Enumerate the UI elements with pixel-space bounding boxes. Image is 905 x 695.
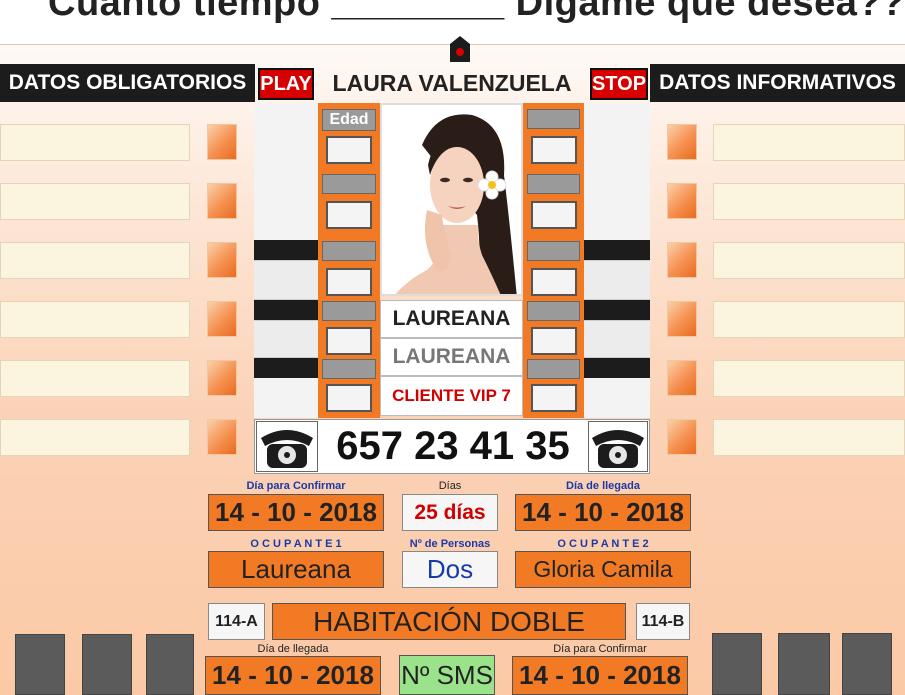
phone-number: 657 23 41 35 <box>336 424 570 468</box>
strip-slot <box>527 359 580 379</box>
left-divider-bar <box>254 300 318 320</box>
bottom-tile[interactable] <box>778 633 830 695</box>
strip-slot <box>527 174 580 194</box>
confirm-date-label: Día para Confirmar <box>246 480 346 492</box>
page-title: Cuanto tiempo ________ Dígame que desea?… <box>48 0 905 24</box>
arrival-date-label-bottom: Día de llegada <box>257 643 329 655</box>
client-first-name: LAUREANA <box>380 300 523 338</box>
strip-slot <box>322 301 376 321</box>
required-field-5-button[interactable] <box>207 360 237 396</box>
left-divider-panel <box>254 260 318 300</box>
right-divider-bar <box>584 358 650 378</box>
right-divider-bar <box>584 240 650 260</box>
sms-button[interactable]: Nº SMS <box>399 655 495 695</box>
required-field-3[interactable] <box>0 242 190 279</box>
telephone-icon[interactable] <box>256 421 318 472</box>
client-alias: LAUREANA <box>380 338 523 376</box>
arrival-date-field[interactable]: 14 - 10 - 2018 <box>515 494 691 531</box>
info-field-5[interactable] <box>713 360 905 397</box>
info-data-header: DATOS INFORMATIVOS <box>650 64 905 102</box>
strip-slot <box>322 174 376 194</box>
right-divider-panel <box>584 320 650 358</box>
portrait-image <box>382 105 521 294</box>
strip-slot <box>527 301 580 321</box>
persons-label: Nº de Personas <box>409 538 491 550</box>
required-field-2-button[interactable] <box>207 183 237 219</box>
required-field-6-button[interactable] <box>207 419 237 455</box>
required-field-5[interactable] <box>0 360 190 397</box>
right-strip-field-4[interactable] <box>531 327 577 355</box>
client-name-header: LAURA VALENZUELA <box>332 69 572 96</box>
info-field-5-button[interactable] <box>667 360 697 396</box>
arrival-date-field-bottom[interactable]: 14 - 10 - 2018 <box>205 656 381 695</box>
strip-slot <box>527 241 580 261</box>
right-strip-field-1[interactable] <box>531 136 577 164</box>
bottom-tile[interactable] <box>15 634 65 695</box>
info-field-2[interactable] <box>713 183 905 220</box>
info-field-4[interactable] <box>713 301 905 338</box>
left-divider-panel <box>254 320 318 358</box>
strip-slot <box>322 241 376 261</box>
occupant-1-field[interactable]: Laureana <box>208 551 384 588</box>
required-data-header: DATOS OBLIGATORIOS <box>0 64 255 102</box>
play-button[interactable]: PLAY <box>258 68 314 100</box>
bottom-tile[interactable] <box>842 633 892 695</box>
required-field-4-button[interactable] <box>207 301 237 337</box>
occupant-1-label: O C U P A N T E 1 <box>250 538 342 550</box>
info-field-6-button[interactable] <box>667 419 697 455</box>
room-a-button[interactable]: 114-A <box>208 603 265 640</box>
room-b-button[interactable]: 114-B <box>636 603 690 640</box>
right-strip-field-3[interactable] <box>531 268 577 296</box>
info-field-3-button[interactable] <box>667 242 697 278</box>
right-strip-field-2[interactable] <box>531 201 577 229</box>
bottom-tile[interactable] <box>82 634 132 695</box>
client-status: CLIENTE VIP 7 <box>380 376 523 416</box>
left-strip-field-3[interactable] <box>326 268 372 296</box>
required-field-2[interactable] <box>0 183 190 220</box>
client-photo <box>380 103 523 296</box>
left-strip-field-2[interactable] <box>326 201 372 229</box>
right-divider-panel <box>584 260 650 300</box>
bottom-tile[interactable] <box>146 634 194 695</box>
right-divider-bar <box>584 300 650 320</box>
arrival-date-label: Día de llegada <box>566 480 640 492</box>
confirm-date-field[interactable]: 14 - 10 - 2018 <box>208 494 384 531</box>
required-field-3-button[interactable] <box>207 242 237 278</box>
required-field-1-button[interactable] <box>207 124 237 160</box>
info-field-2-button[interactable] <box>667 183 697 219</box>
required-field-6[interactable] <box>0 419 190 456</box>
info-field-6[interactable] <box>713 419 905 456</box>
occupant-2-label: O C U P A N T E 2 <box>557 538 649 550</box>
days-field[interactable]: 25 días <box>402 494 498 531</box>
stop-button[interactable]: STOP <box>590 68 648 100</box>
left-strip-field-4[interactable] <box>326 327 372 355</box>
occupant-2-field[interactable]: Gloria Camila <box>515 551 691 588</box>
info-field-3[interactable] <box>713 242 905 279</box>
right-strip-field-5[interactable] <box>531 384 577 412</box>
strip-slot <box>322 359 376 379</box>
age-label: Edad <box>322 109 376 131</box>
age-field[interactable] <box>326 136 372 164</box>
required-field-4[interactable] <box>0 301 190 338</box>
left-divider-bar <box>254 240 318 260</box>
left-strip-field-5[interactable] <box>326 384 372 412</box>
strip-slot <box>527 109 580 129</box>
telephone-icon[interactable] <box>588 421 648 472</box>
info-field-1-button[interactable] <box>667 124 697 160</box>
info-field-4-button[interactable] <box>667 301 697 337</box>
left-divider-bar <box>254 358 318 378</box>
info-field-1[interactable] <box>713 124 905 161</box>
confirm-date-field-bottom[interactable]: 14 - 10 - 2018 <box>512 656 688 695</box>
persons-field[interactable]: Dos <box>402 551 498 588</box>
days-label: Días <box>438 480 462 492</box>
home-icon[interactable] <box>450 36 470 62</box>
confirm-date-label-bottom: Día para Confirmar <box>553 643 647 655</box>
required-field-1[interactable] <box>0 124 190 161</box>
bottom-tile[interactable] <box>712 633 762 695</box>
room-type-field[interactable]: HABITACIÓN DOBLE <box>272 603 626 640</box>
